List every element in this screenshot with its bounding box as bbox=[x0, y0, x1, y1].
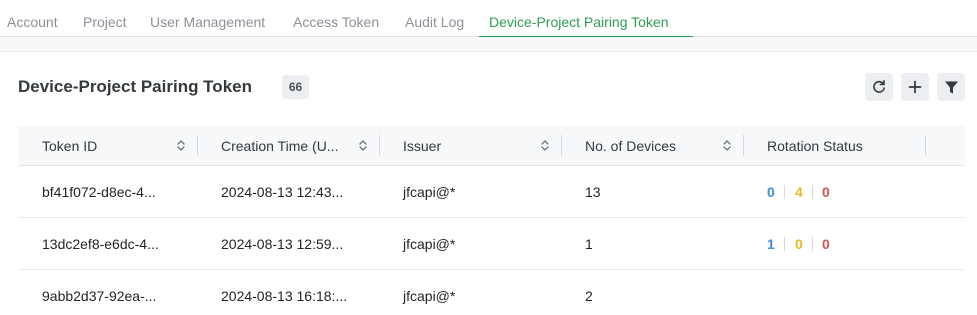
tokens-table: Token ID Creation Time (U... Issuer No. … bbox=[18, 126, 965, 315]
page-title: Device-Project Pairing Token bbox=[18, 77, 252, 96]
rotation-count-yellow: 0 bbox=[795, 236, 803, 252]
count-badge: 66 bbox=[282, 75, 309, 99]
column-divider[interactable] bbox=[743, 135, 744, 156]
cell-devices: 2 bbox=[585, 288, 593, 304]
cell-token-id: 9abb2d37-92ea-... bbox=[42, 288, 157, 304]
rotation-divider bbox=[812, 237, 813, 251]
tab-account[interactable]: Account bbox=[7, 0, 58, 37]
column-header-devices[interactable]: No. of Devices bbox=[585, 126, 676, 166]
plus-icon bbox=[908, 80, 922, 94]
section-divider bbox=[0, 37, 977, 52]
sort-icon[interactable] bbox=[541, 139, 549, 152]
rotation-divider bbox=[784, 237, 785, 251]
rotation-divider bbox=[812, 185, 813, 199]
rotation-count-yellow: 4 bbox=[795, 184, 803, 200]
table-row[interactable]: 9abb2d37-92ea-... 2024-08-13 16:18:... j… bbox=[18, 270, 965, 315]
add-button[interactable] bbox=[901, 73, 929, 101]
refresh-button[interactable] bbox=[865, 73, 893, 101]
rotation-count-red: 0 bbox=[822, 184, 830, 200]
sort-icon[interactable] bbox=[723, 139, 731, 152]
rotation-count-blue: 0 bbox=[767, 184, 775, 200]
filter-button[interactable] bbox=[937, 73, 965, 101]
cell-issuer: jfcapi@* bbox=[403, 236, 456, 252]
cell-devices: 1 bbox=[585, 236, 593, 252]
tab-project[interactable]: Project bbox=[83, 0, 127, 37]
column-divider[interactable] bbox=[561, 135, 562, 156]
table-row[interactable]: 13dc2ef8-e6dc-4... 2024-08-13 12:59... j… bbox=[18, 218, 965, 270]
column-header-issuer[interactable]: Issuer bbox=[403, 126, 441, 166]
column-header-token-id[interactable]: Token ID bbox=[42, 126, 97, 166]
cell-creation-time: 2024-08-13 16:18:... bbox=[221, 288, 348, 304]
sort-icon[interactable] bbox=[177, 139, 185, 152]
cell-token-id: bf41f072-d8ec-4... bbox=[42, 184, 156, 200]
tab-access-token[interactable]: Access Token bbox=[293, 0, 379, 37]
cell-issuer: jfcapi@* bbox=[403, 288, 456, 304]
column-divider[interactable] bbox=[379, 135, 380, 156]
column-divider[interactable] bbox=[925, 135, 926, 156]
cell-creation-time: 2024-08-13 12:59... bbox=[221, 236, 344, 252]
cell-token-id: 13dc2ef8-e6dc-4... bbox=[42, 236, 159, 252]
cell-creation-time: 2024-08-13 12:43... bbox=[221, 184, 344, 200]
tab-bar: Account Project User Management Access T… bbox=[0, 0, 977, 37]
sort-icon[interactable] bbox=[359, 139, 367, 152]
tab-user-management[interactable]: User Management bbox=[150, 0, 265, 37]
table-header: Token ID Creation Time (U... Issuer No. … bbox=[18, 126, 965, 166]
rotation-count-blue: 1 bbox=[767, 236, 775, 252]
tab-device-project-pairing-token[interactable]: Device-Project Pairing Token bbox=[479, 0, 693, 37]
refresh-icon bbox=[873, 80, 885, 93]
tab-audit-log[interactable]: Audit Log bbox=[405, 0, 464, 37]
rotation-count-red: 0 bbox=[822, 236, 830, 252]
filter-icon bbox=[944, 81, 958, 93]
column-header-creation-time[interactable]: Creation Time (U... bbox=[221, 126, 338, 166]
column-header-rotation-status: Rotation Status bbox=[767, 138, 863, 154]
column-divider[interactable] bbox=[197, 135, 198, 156]
cell-issuer: jfcapi@* bbox=[403, 184, 456, 200]
rotation-divider bbox=[784, 185, 785, 199]
table-row[interactable]: bf41f072-d8ec-4... 2024-08-13 12:43... j… bbox=[18, 166, 965, 218]
cell-devices: 13 bbox=[585, 184, 601, 200]
